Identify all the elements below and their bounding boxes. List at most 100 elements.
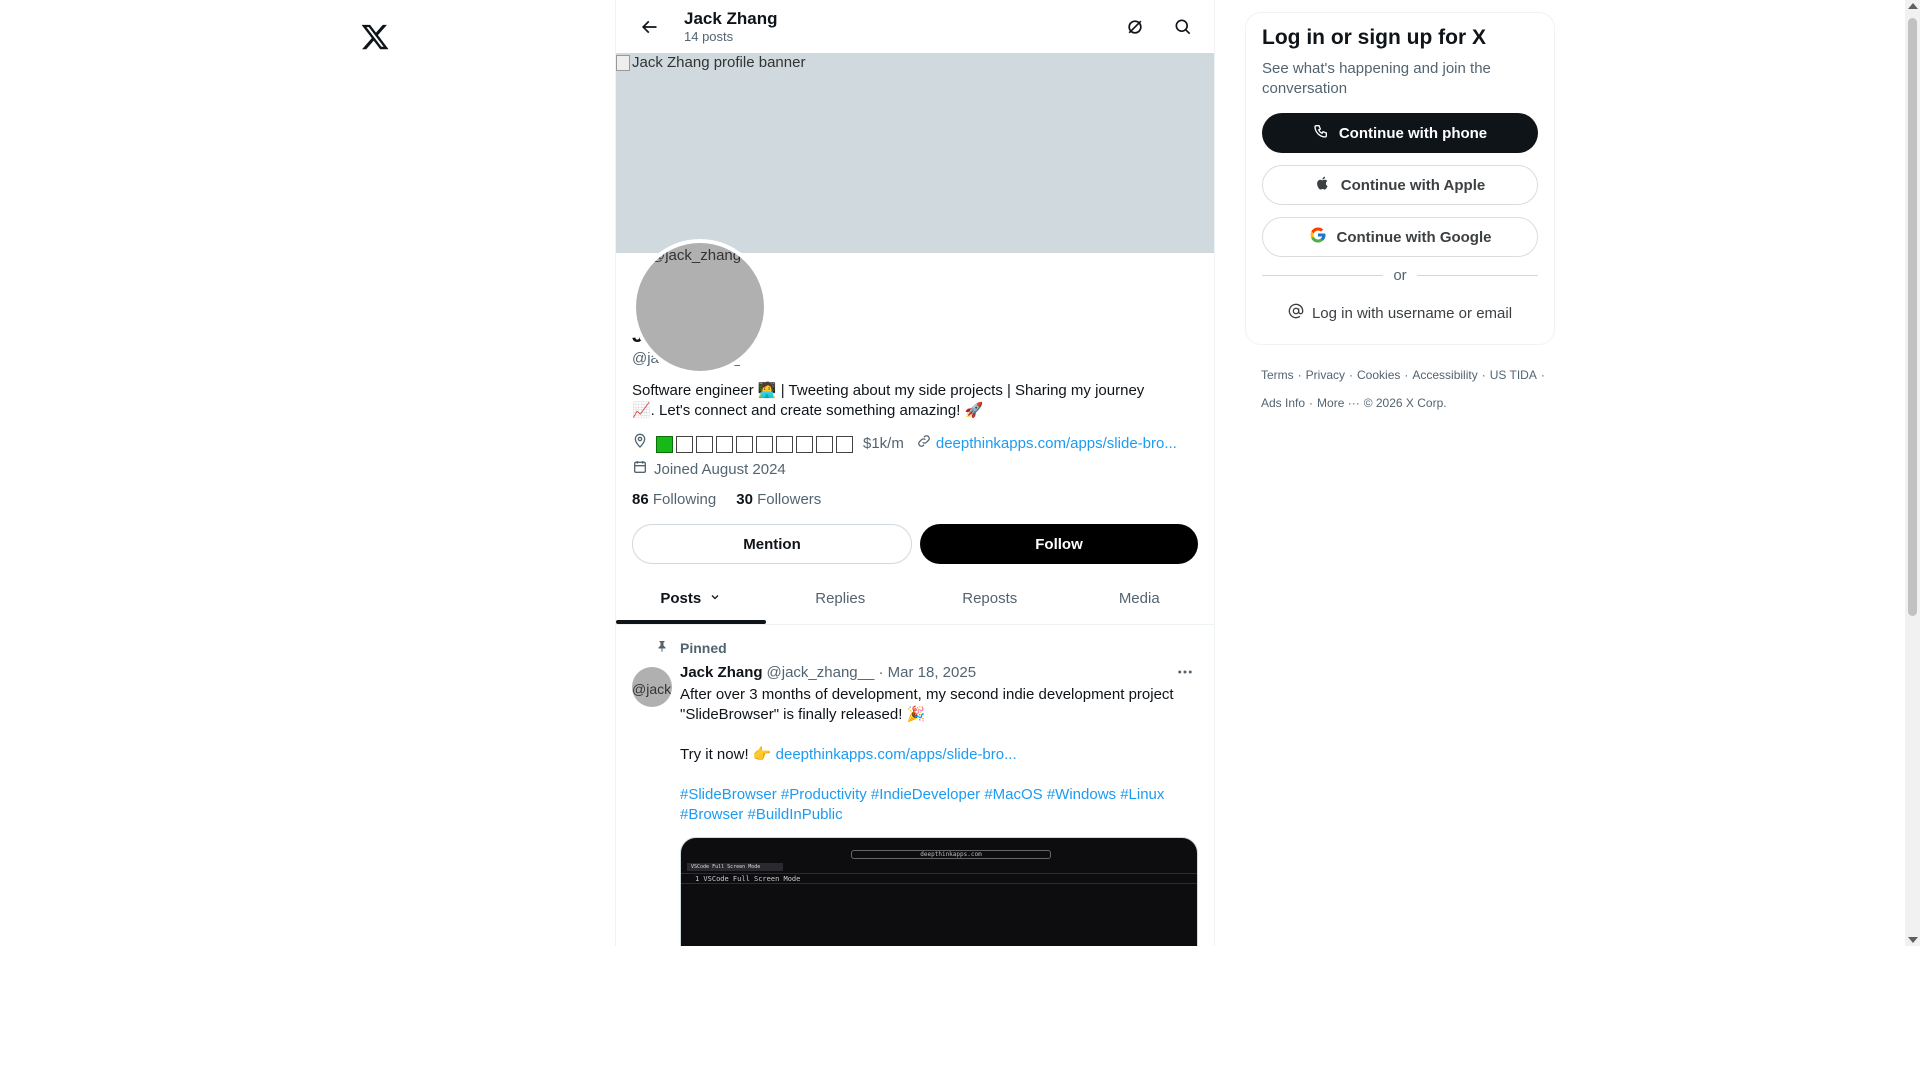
at-sign-icon (1288, 303, 1304, 323)
progress-box-empty (756, 435, 773, 453)
tab-reposts-label: Reposts (962, 589, 1018, 607)
more-options-icon[interactable] (1176, 663, 1194, 686)
joined-date: Joined August 2024 (654, 460, 786, 478)
avatar[interactable]: @jack_zhang (632, 239, 768, 375)
footer-link[interactable]: Privacy (1306, 367, 1345, 383)
post-handle-date[interactable]: @jack_zhang__ · Mar 18, 2025 (767, 663, 977, 683)
footer-separator: · (1404, 368, 1409, 382)
mention-button[interactable]: Mention (632, 524, 912, 564)
continue-with-google-button[interactable]: Continue with Google (1262, 217, 1538, 257)
tab-posts[interactable]: Posts (616, 572, 766, 624)
google-icon (1309, 226, 1327, 248)
profile-website[interactable]: deepthinkapps.com/apps/slide-bro... (916, 433, 1177, 455)
tab-media[interactable]: Media (1065, 572, 1215, 624)
scrollbar-thumb[interactable] (1908, 18, 1917, 616)
bio-line-1: Software engineer 🧑‍💻 | Tweeting about m… (632, 382, 1145, 399)
website-link[interactable]: deepthinkapps.com/apps/slide-bro... (936, 434, 1177, 454)
post-text-line-2: "SlideBrowser" is finally released! 🎉 (680, 706, 926, 723)
x-logo-icon[interactable] (360, 22, 390, 52)
footer-link[interactable]: US TIDA (1490, 367, 1537, 383)
signup-subtitle: See what's happening and join the conver… (1262, 60, 1491, 97)
footer-row-2: Ads Info · More ··· © 2026 X Corp. (1261, 395, 1555, 411)
post-author[interactable]: Jack Zhang (680, 663, 763, 683)
profile-bio: Software engineer 🧑‍💻 | Tweeting about m… (632, 381, 1198, 421)
post-hashtags-line-1[interactable]: #SlideBrowser #Productivity #IndieDevelo… (680, 785, 1198, 805)
scroll-up-arrow-icon[interactable] (1908, 3, 1918, 9)
continue-with-phone-button[interactable]: Continue with phone (1262, 113, 1538, 153)
post-link[interactable]: deepthinkapps.com/apps/slide-bro... (776, 746, 1017, 763)
avatar-alt-text: @jack_zhang (650, 247, 742, 264)
footer-link[interactable]: Cookies (1357, 367, 1400, 383)
footer: Terms · Privacy · Cookies · Accessibility · US T… (1245, 367, 1555, 411)
tab-reposts[interactable]: Reposts (915, 572, 1065, 624)
following-link[interactable]: 86 Following (632, 491, 716, 508)
progress-box-empty (716, 435, 733, 453)
calendar-icon (632, 459, 648, 479)
pinned-post[interactable]: Pinned @jack Jack Zhang @jack_zhang__ · … (616, 625, 1214, 946)
or-divider: or (1262, 267, 1538, 284)
profile-tabs: Posts Replies Reposts Media (616, 572, 1214, 625)
post-avatar-alt: @jack (632, 681, 672, 697)
chevron-down-icon[interactable] (709, 590, 721, 607)
profile-header: Jack Zhang 14 posts (616, 0, 1214, 53)
post-avatar[interactable]: @jack (632, 667, 672, 707)
header-name: Jack Zhang (684, 8, 778, 28)
profile-location: $1k/m (632, 433, 904, 455)
media-editor-line: 1 VSCode Full Screen Mode (681, 873, 1197, 884)
progress-box-empty (816, 435, 833, 453)
phone-icon (1313, 123, 1329, 143)
post-media-image[interactable]: deepthinkapps.com VSCode Full Screen Mod… (680, 837, 1198, 946)
apple-icon (1315, 174, 1331, 196)
continue-with-apple-label: Continue with Apple (1340, 176, 1486, 194)
location-progress-boxes (656, 435, 853, 453)
back-arrow-icon[interactable] (632, 10, 666, 44)
following-label: Following (652, 491, 717, 508)
footer-link[interactable]: Accessibility (1412, 367, 1477, 383)
login-username-email-label: Log in with username or email (1311, 304, 1513, 322)
search-icon[interactable] (1166, 10, 1200, 44)
footer-separator: · (1540, 368, 1545, 382)
link-icon (916, 433, 932, 455)
tab-replies[interactable]: Replies (766, 572, 916, 624)
footer-separator: · (1297, 368, 1302, 382)
location-suffix: $1k/m (863, 435, 904, 452)
footer-link[interactable]: More ··· (1317, 395, 1360, 411)
tab-posts-label: Posts (660, 589, 702, 607)
footer-separator: · (1349, 368, 1354, 382)
post-text: After over 3 months of development, my s… (680, 685, 1198, 825)
profile-column: Jack Zhang 14 posts Jack Zhang profile b… (615, 0, 1215, 946)
media-url-bar: deepthinkapps.com (851, 850, 1051, 859)
profile-banner[interactable]: Jack Zhang profile banner @jack_zhang (616, 53, 1214, 375)
post-hashtags-line-2[interactable]: #Browser #BuildInPublic (680, 805, 1198, 825)
footer-link[interactable]: Terms (1261, 367, 1294, 383)
continue-with-apple-button[interactable]: Continue with Apple (1262, 165, 1538, 205)
signup-title: Log in or sign up for X (1262, 26, 1486, 49)
login-username-email-button[interactable]: Log in with username or email (1262, 298, 1538, 328)
progress-box-filled (656, 435, 673, 453)
progress-box-empty (836, 435, 853, 453)
grok-icon[interactable] (1118, 10, 1152, 44)
pin-icon (656, 639, 668, 656)
banner-alt-text: Jack Zhang profile banner (632, 54, 806, 71)
progress-box-empty (696, 435, 713, 453)
scroll-down-arrow-icon[interactable] (1908, 937, 1918, 943)
followers-count: 30 (736, 491, 753, 508)
progress-box-empty (796, 435, 813, 453)
tab-replies-label: Replies (815, 589, 866, 607)
or-label: or (1393, 267, 1407, 284)
header-post-count: 14 posts (684, 28, 734, 44)
continue-with-google-label: Continue with Google (1336, 228, 1492, 246)
followers-link[interactable]: 30 Followers (736, 491, 821, 508)
page-scrollbar[interactable] (1905, 0, 1920, 946)
post-try-text: Try it now! 👉 (680, 746, 772, 763)
footer-link[interactable]: Ads Info (1261, 395, 1305, 411)
media-editor-tab: VSCode Full Screen Mode (687, 863, 783, 871)
tab-media-label: Media (1118, 589, 1160, 607)
follow-button[interactable]: Follow (920, 524, 1198, 564)
continue-with-phone-label: Continue with phone (1338, 124, 1488, 142)
footer-separator: · (1309, 396, 1314, 410)
progress-box-empty (776, 435, 793, 453)
footer-link[interactable]: © 2026 X Corp. (1364, 395, 1447, 411)
footer-separator: · (1481, 368, 1486, 382)
signup-card: Log in or sign up for X See what's happe… (1245, 12, 1555, 345)
